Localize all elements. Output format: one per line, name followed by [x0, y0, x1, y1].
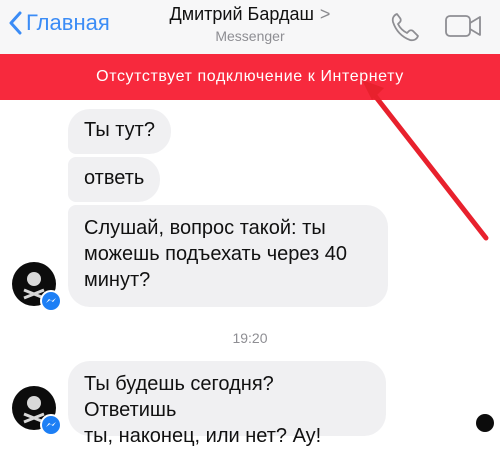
messenger-chat-screen: Главная Дмитрий Бардаш > Messenger Отсутс… — [0, 0, 500, 453]
annotation-arrow — [362, 80, 489, 241]
